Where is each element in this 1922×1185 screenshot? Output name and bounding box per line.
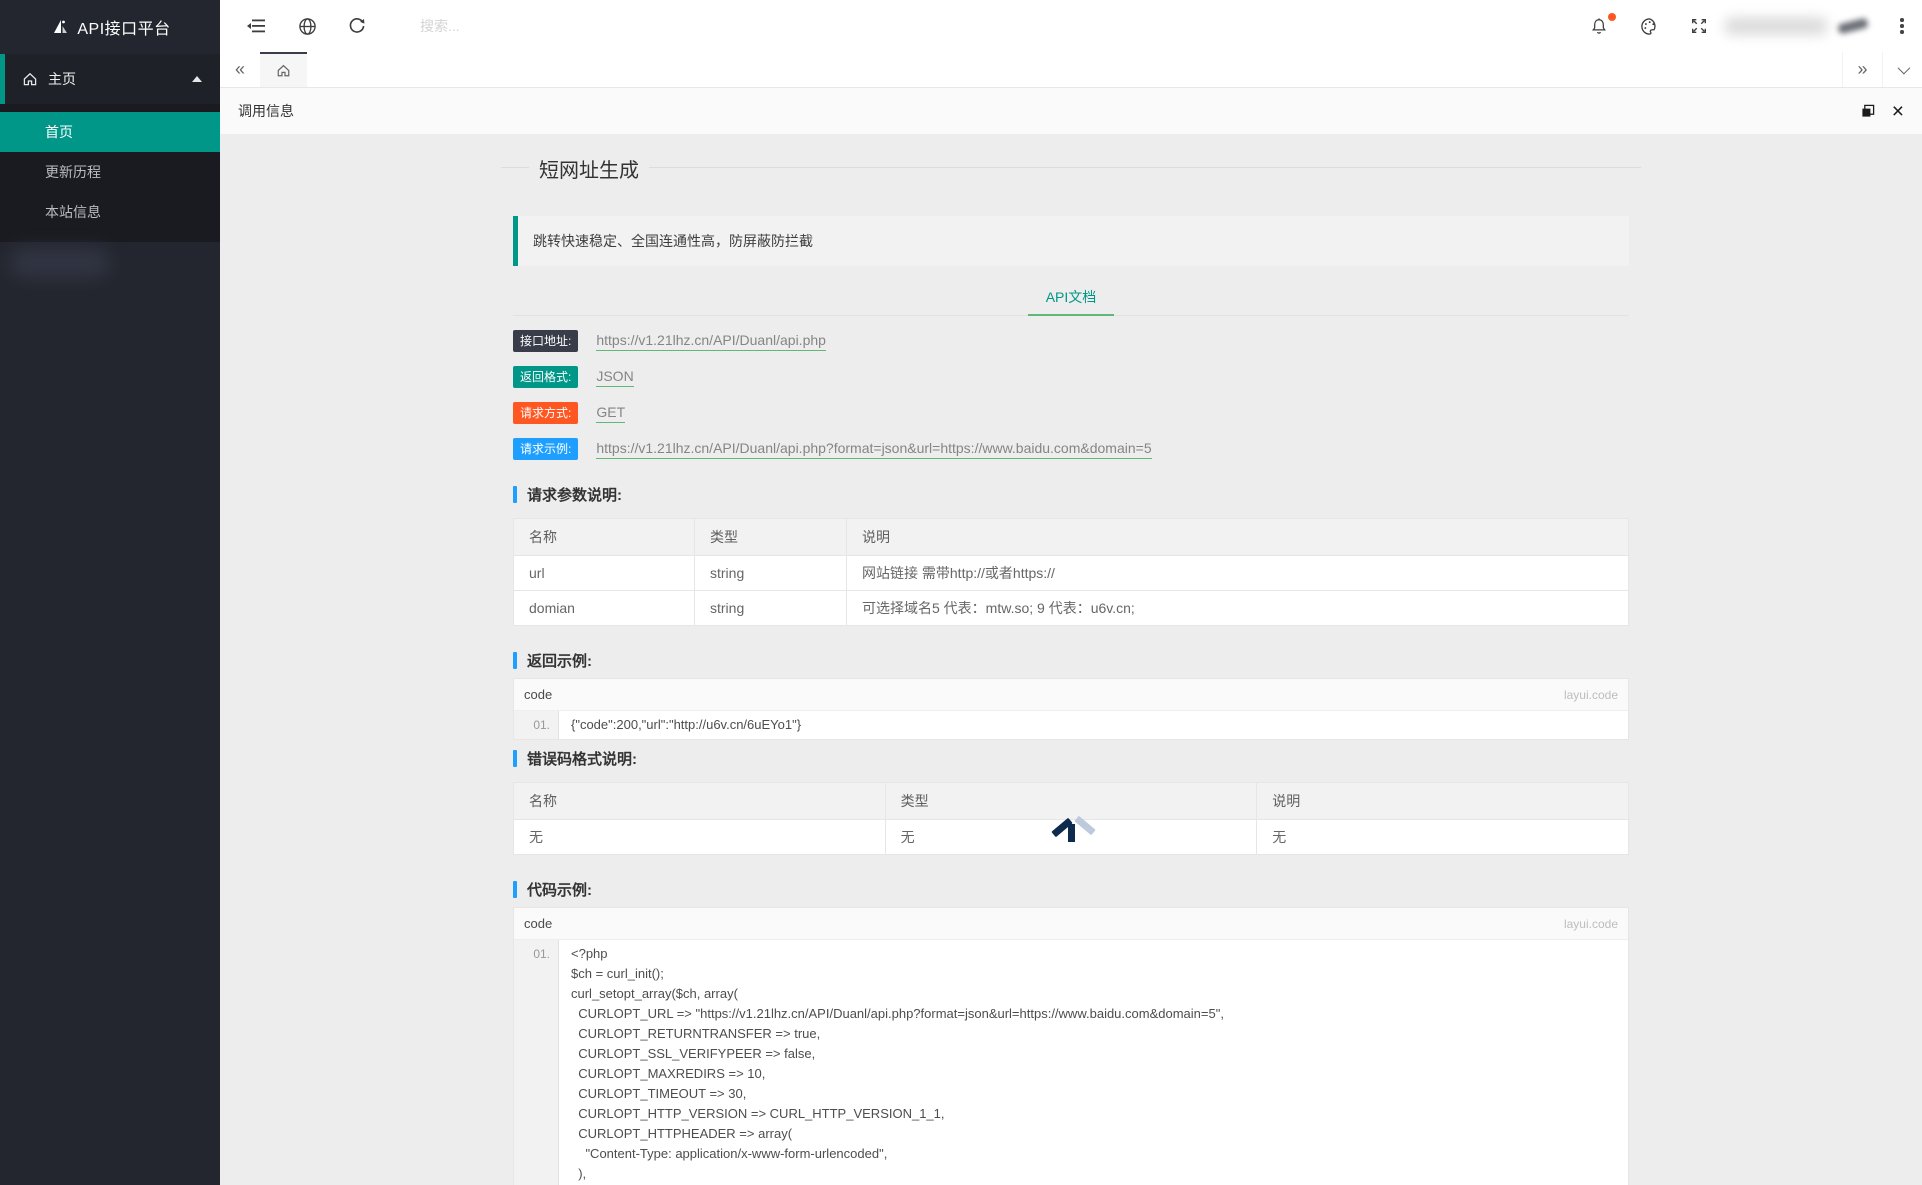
fullscreen-icon[interactable] bbox=[1674, 0, 1724, 52]
code-line: $ch = curl_init(); bbox=[571, 966, 664, 981]
section-heading-params: 请求参数说明: bbox=[513, 484, 1629, 504]
section-heading-errors: 错误码格式说明: bbox=[513, 748, 1629, 768]
sidebar: API接口平台 主页 首页 更新历程 本站信息 bbox=[0, 0, 220, 1185]
code-brand: layui.code bbox=[1563, 916, 1618, 931]
home-tab-icon bbox=[277, 64, 290, 77]
panel-title: 调用信息 bbox=[238, 103, 294, 119]
table-row: domian string 可选择域名5 代表：mtw.so; 9 代表：u6v… bbox=[513, 590, 1629, 626]
website-globe-icon[interactable] bbox=[282, 0, 332, 52]
panel-header: 调用信息 × bbox=[220, 88, 1922, 135]
tab-options-icon[interactable] bbox=[1882, 52, 1922, 87]
brand-title: API接口平台 bbox=[77, 21, 171, 38]
sidebar-item-home-parent[interactable]: 主页 bbox=[0, 54, 220, 104]
code-line: CURLOPT_HTTPHEADER => array( bbox=[571, 1126, 793, 1141]
scroll-tabs-right-icon[interactable]: » bbox=[1842, 52, 1882, 87]
heading-accent-bar bbox=[513, 485, 517, 503]
app-window: API接口平台 主页 首页 更新历程 本站信息 搜索... « » 调用信息 ×… bbox=[0, 0, 1922, 1185]
return-format-link[interactable]: JSON bbox=[596, 368, 634, 387]
toolbar-right bbox=[1574, 0, 1922, 52]
api-fields: 接口地址: https://v1.21lhz.cn/API/Duanl/api.… bbox=[513, 330, 1629, 460]
request-method-link[interactable]: GET bbox=[596, 404, 626, 423]
field-row: 返回格式: JSON bbox=[513, 366, 1629, 388]
code-line: CURLOPT_URL => "https://v1.21lhz.cn/API/… bbox=[571, 1006, 1224, 1021]
sidebar-submenu: 首页 更新历程 本站信息 bbox=[0, 104, 220, 242]
redacted-sidebar-item bbox=[10, 248, 110, 278]
doc-tabs: API文档 bbox=[513, 278, 1629, 316]
php-code-block: code layui.code 01. <?php $ch = curl_ini… bbox=[513, 907, 1629, 1185]
heading-accent-bar bbox=[513, 749, 517, 767]
notification-dot bbox=[1608, 13, 1616, 21]
code-line: CURLOPT_TIMEOUT => 30, bbox=[571, 1086, 747, 1101]
field-row: 请求示例: https://v1.21lhz.cn/API/Duanl/api.… bbox=[513, 438, 1629, 460]
code-line: CURLOPT_SSL_VERIFYPEER => false, bbox=[571, 1046, 816, 1061]
code-brand: layui.code bbox=[1563, 687, 1618, 702]
field-label-endpoint: 接口地址: bbox=[513, 330, 579, 352]
theme-palette-icon[interactable] bbox=[1624, 0, 1674, 52]
refresh-icon[interactable] bbox=[332, 0, 382, 52]
tab-strip: « » bbox=[220, 52, 1922, 88]
section-heading-response: 返回示例: bbox=[513, 650, 1629, 670]
heading-accent-bar bbox=[513, 880, 517, 898]
code-caption: code bbox=[524, 916, 553, 931]
code-line: ), bbox=[571, 1166, 587, 1181]
field-label-example: 请求示例: bbox=[513, 438, 579, 460]
section-heading-code: 代码示例: bbox=[513, 879, 1629, 899]
code-line: {"code":200,"url":"http://u6v.cn/6uEYo1"… bbox=[571, 717, 802, 732]
sail-logo-icon bbox=[54, 20, 68, 33]
tab-strip-spacer bbox=[307, 52, 1842, 87]
caret-up-icon bbox=[192, 76, 202, 82]
heading-accent-bar bbox=[513, 651, 517, 669]
code-line: "Content-Type: application/x-www-form-ur… bbox=[571, 1146, 888, 1161]
code-line: curl_setopt_array($ch, array( bbox=[571, 986, 738, 1001]
code-line: CURLOPT_HTTP_VERSION => CURL_HTTP_VERSIO… bbox=[571, 1106, 945, 1121]
code-line: CURLOPT_MAXREDIRS => 10, bbox=[571, 1066, 766, 1081]
sidebar-item-changelog[interactable]: 更新历程 bbox=[0, 152, 220, 192]
request-example-link[interactable]: https://v1.21lhz.cn/API/Duanl/api.php?fo… bbox=[596, 440, 1152, 459]
top-toolbar bbox=[220, 0, 1922, 52]
errors-table: 名称 类型 说明 无 无 无 bbox=[513, 782, 1629, 855]
sidebar-item-site-info[interactable]: 本站信息 bbox=[0, 192, 220, 232]
tab-api-doc[interactable]: API文档 bbox=[1027, 278, 1115, 316]
code-caption: code bbox=[524, 687, 553, 702]
field-row: 接口地址: https://v1.21lhz.cn/API/Duanl/api.… bbox=[513, 330, 1629, 352]
redacted-username bbox=[1724, 17, 1828, 35]
response-code-block: code layui.code 01. {"code":200,"url":"h… bbox=[513, 678, 1629, 740]
notifications-bell-icon[interactable] bbox=[1574, 0, 1624, 52]
feature-quote: 跳转快速稳定、全国连通性高，防屏蔽防拦截 bbox=[513, 216, 1629, 266]
search-input[interactable] bbox=[420, 18, 720, 34]
active-stripe bbox=[0, 54, 5, 104]
collapse-sidebar-icon[interactable] bbox=[232, 0, 282, 52]
table-row: url string 网站链接 需带http://或者https:// bbox=[513, 555, 1629, 591]
field-row: 请求方式: GET bbox=[513, 402, 1629, 424]
doc-content: 短网址生成 跳转快速稳定、全国连通性高，防屏蔽防拦截 API文档 接口地址: h… bbox=[220, 135, 1922, 1185]
restore-window-icon[interactable] bbox=[1860, 103, 1876, 119]
scroll-tabs-left-icon[interactable]: « bbox=[220, 52, 260, 87]
close-icon[interactable]: × bbox=[1892, 101, 1904, 122]
sidebar-item-index[interactable]: 首页 bbox=[0, 112, 220, 152]
line-number: 01. bbox=[514, 711, 559, 739]
line-number: 01. bbox=[514, 940, 559, 1185]
table-header-row: 名称 类型 说明 bbox=[513, 782, 1629, 820]
brand-logo[interactable]: API接口平台 bbox=[0, 0, 220, 54]
table-row: 无 无 无 bbox=[513, 819, 1629, 855]
params-table: 名称 类型 说明 url string 网站链接 需带http://或者http… bbox=[513, 518, 1629, 626]
home-icon bbox=[23, 72, 37, 86]
field-label-method: 请求方式: bbox=[513, 402, 579, 424]
code-line: <?php bbox=[571, 946, 608, 961]
main-column: « » 调用信息 × bbox=[220, 0, 1922, 1185]
endpoint-url-link[interactable]: https://v1.21lhz.cn/API/Duanl/api.php bbox=[596, 332, 826, 351]
tab-home[interactable] bbox=[260, 52, 307, 87]
more-menu-icon[interactable] bbox=[1882, 0, 1922, 52]
table-header-row: 名称 类型 说明 bbox=[513, 518, 1629, 556]
field-label-format: 返回格式: bbox=[513, 366, 579, 388]
redacted-avatar bbox=[1837, 17, 1869, 35]
sidebar-parent-label: 主页 bbox=[48, 71, 76, 87]
code-line: CURLOPT_RETURNTRANSFER => true, bbox=[571, 1026, 821, 1041]
doc-fieldset: 短网址生成 跳转快速稳定、全国连通性高，防屏蔽防拦截 API文档 接口地址: h… bbox=[501, 154, 1641, 1185]
code-lines: <?php $ch = curl_init(); curl_setopt_arr… bbox=[559, 940, 1628, 1185]
